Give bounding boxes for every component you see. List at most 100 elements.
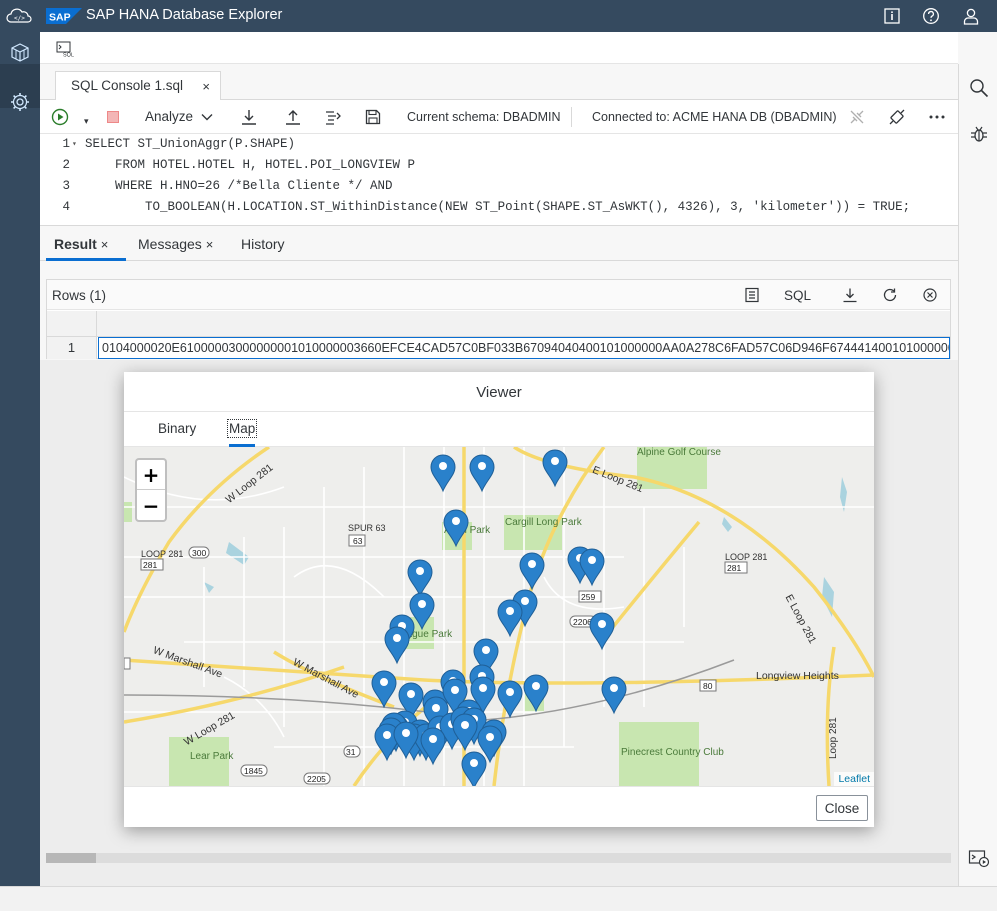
debug-icon[interactable]: [968, 123, 990, 145]
settings-icon[interactable]: [9, 91, 31, 113]
sql-console-icon[interactable]: SQL: [56, 41, 76, 57]
sql-line: FROM HOTEL.HOTEL H, HOTEL.POI_LONGVIEW P: [85, 158, 416, 172]
format-icon[interactable]: [324, 108, 342, 126]
map-view[interactable]: 300 63 281 281 259 2206 80 31 1845 2205 …: [124, 447, 874, 786]
analyze-button[interactable]: Analyze: [145, 109, 193, 124]
viewer-tabs: Binary Map: [124, 412, 874, 447]
close-tab-icon[interactable]: ×: [101, 237, 109, 252]
tab-result-label: Result: [54, 236, 97, 252]
map-label: E Loop 281: [591, 464, 645, 495]
cloud-code-icon[interactable]: </>: [5, 8, 33, 24]
map-label: E Loop 281: [783, 592, 819, 645]
status-bar: [0, 886, 997, 911]
line-number: 4: [62, 200, 70, 214]
save-icon[interactable]: [364, 108, 382, 126]
table-row[interactable]: 1 0104000020E610000030000000010100000036…: [47, 337, 950, 359]
map-marker-icon[interactable]: [420, 727, 446, 766]
result-tab-strip: Result × Messages × History: [40, 226, 958, 261]
svg-text:31: 31: [346, 747, 356, 757]
search-icon[interactable]: [968, 77, 990, 99]
upload-icon[interactable]: [284, 108, 302, 126]
map-marker-icon[interactable]: [497, 599, 523, 638]
sap-logo: SAP: [46, 8, 82, 24]
tab-result[interactable]: Result ×: [54, 236, 108, 252]
sql-console-strip: SQL: [40, 32, 958, 64]
zoom-in-button[interactable]: +: [137, 460, 165, 490]
row-number-header: [47, 311, 97, 337]
line-number: 1: [62, 137, 70, 151]
svg-text:300: 300: [192, 548, 206, 558]
database-explorer-icon[interactable]: [9, 42, 31, 64]
map-label: Cargill Long Park: [505, 517, 583, 528]
stop-icon[interactable]: [104, 108, 122, 126]
map-labels: W Loop 281 E Loop 281 Alpine Golf Course…: [141, 447, 839, 762]
sql-line: SELECT ST_UnionAggr(P.SHAPE): [85, 137, 296, 151]
map-canvas[interactable]: 300 63 281 281 259 2206 80 31 1845 2205 …: [124, 447, 874, 786]
view-sql-button[interactable]: SQL: [784, 288, 811, 303]
download-icon[interactable]: [240, 108, 258, 126]
zoom-out-button[interactable]: −: [137, 491, 165, 521]
line-number: 2: [62, 158, 70, 172]
chevron-down-icon[interactable]: [200, 110, 214, 124]
svg-text:SQL: SQL: [63, 53, 74, 58]
sql-editor[interactable]: 1 2 3 4 ▾ SELECT ST_UnionAggr(P.SHAPE) F…: [40, 134, 958, 226]
info-icon[interactable]: [883, 7, 901, 25]
download-icon[interactable]: [842, 287, 858, 303]
column-header: [47, 311, 950, 337]
map-marker-icon[interactable]: [407, 559, 433, 598]
map-marker-icon[interactable]: [601, 676, 627, 715]
map-marker-icon[interactable]: [430, 454, 456, 493]
console-icon[interactable]: [968, 847, 990, 869]
map-label: W Loop 281: [223, 462, 275, 506]
tab-map[interactable]: Map: [226, 419, 258, 438]
row-number: 1: [47, 337, 97, 359]
sql-line: TO_BOOLEAN(H.LOCATION.ST_WithinDistance(…: [85, 200, 911, 214]
sql-line: WHERE H.HNO=26 /*Bella Cliente */ AND: [85, 179, 393, 193]
disconnect-icon[interactable]: [848, 108, 866, 126]
zoom-control: + −: [135, 458, 167, 522]
sql-toolbar: ▾ Analyze Current schema: DBADMIN Connec…: [40, 100, 958, 134]
tab-messages[interactable]: Messages ×: [138, 236, 213, 252]
editor-tab-strip: SQL Console 1.sql ×: [40, 64, 958, 101]
user-icon[interactable]: [962, 7, 980, 25]
map-marker-icon[interactable]: [452, 713, 478, 752]
editor-tab[interactable]: SQL Console 1.sql ×: [55, 71, 221, 101]
selected-tab-indicator: [46, 258, 126, 261]
tab-binary[interactable]: Binary: [158, 421, 196, 436]
map-marker-icon[interactable]: [589, 612, 615, 651]
connect-icon[interactable]: [888, 108, 906, 126]
svg-text:1845: 1845: [244, 766, 263, 776]
fold-icon[interactable]: ▾: [72, 139, 77, 149]
close-button[interactable]: Close: [816, 795, 868, 821]
map-marker-icon[interactable]: [384, 626, 410, 665]
result-cell[interactable]: 0104000020E61000003000000001010000003660…: [98, 337, 950, 359]
clear-icon[interactable]: [922, 287, 938, 303]
map-marker-icon[interactable]: [469, 454, 495, 493]
svg-text:63: 63: [353, 536, 363, 546]
toolbar-separator: [571, 107, 572, 127]
app-title: SAP HANA Database Explorer: [86, 7, 283, 23]
rows-count: Rows (1): [52, 288, 107, 303]
editor-tab-label: SQL Console 1.sql: [71, 78, 184, 93]
dialog-title: Viewer: [124, 372, 874, 412]
dialog-footer: Close: [124, 786, 874, 827]
right-tool-rail: [958, 64, 997, 886]
close-tab-icon[interactable]: ×: [202, 79, 210, 94]
tab-messages-label: Messages: [138, 236, 202, 252]
run-icon[interactable]: [51, 108, 69, 126]
map-label: LOOP 281: [141, 549, 183, 559]
run-dropdown-icon[interactable]: ▾: [84, 116, 89, 127]
table-settings-icon[interactable]: [744, 287, 760, 303]
refresh-icon[interactable]: [882, 287, 898, 303]
tab-history[interactable]: History: [241, 236, 285, 252]
close-tab-icon[interactable]: ×: [206, 237, 214, 252]
help-icon[interactable]: [922, 7, 940, 25]
svg-text:</>: </>: [14, 15, 25, 22]
map-marker-icon[interactable]: [579, 548, 605, 587]
svg-text:SAP: SAP: [49, 12, 71, 24]
line-number: 3: [62, 179, 70, 193]
more-icon[interactable]: [928, 108, 946, 126]
leaflet-attribution[interactable]: Leaflet: [834, 772, 874, 786]
map-label: Loop 281: [828, 717, 839, 759]
map-label: SPUR 63: [348, 523, 386, 533]
